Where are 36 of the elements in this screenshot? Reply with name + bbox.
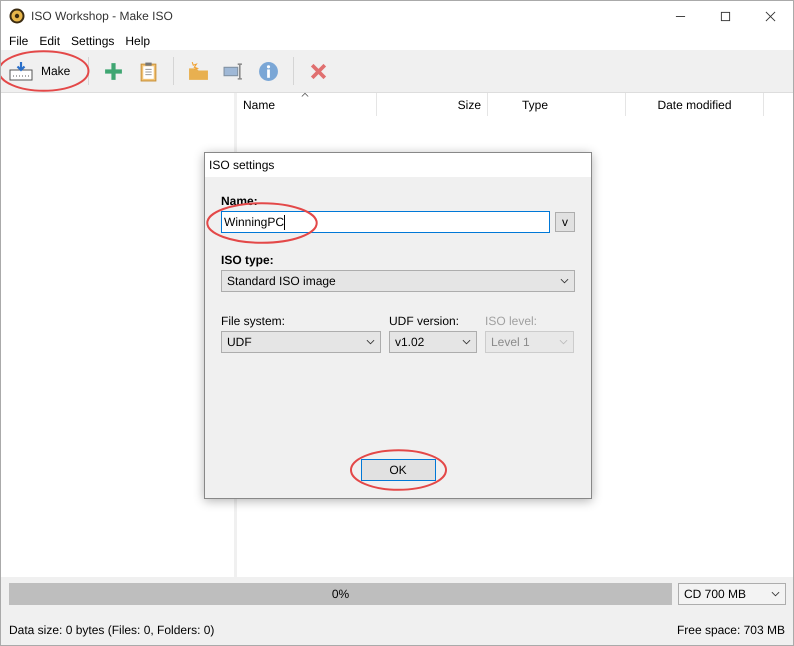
iso-type-label: ISO type: xyxy=(221,253,275,267)
clipboard-icon xyxy=(138,60,160,82)
field-label: UDF version: xyxy=(389,314,460,328)
menu-item[interactable]: Help xyxy=(120,34,156,48)
progress-label: 0% xyxy=(332,587,350,601)
info-icon xyxy=(258,60,280,82)
menu-item[interactable]: Edit xyxy=(34,34,66,48)
menu-item[interactable]: Settings xyxy=(66,34,120,48)
column-header[interactable]: Name xyxy=(237,93,377,116)
app-icon xyxy=(9,8,25,24)
field-label: ISO level: xyxy=(485,314,538,328)
column-header[interactable]: Type xyxy=(488,93,626,116)
rename-icon xyxy=(223,60,244,82)
chevron-icon xyxy=(559,339,568,345)
menu-item[interactable]: File xyxy=(4,34,34,48)
media-size-dropdown[interactable]: CD 700 MB xyxy=(678,583,786,605)
download-tray-icon xyxy=(9,61,33,81)
chevron-icon xyxy=(771,591,780,597)
iso-type-dropdown[interactable]: Standard ISO image xyxy=(221,270,575,292)
name-field[interactable]: WinningPC xyxy=(221,211,550,233)
free-space-text: Free space: 703 MB xyxy=(676,623,785,637)
dialog-title: ISO settings xyxy=(205,153,591,177)
history-button[interactable]: v xyxy=(555,212,575,232)
dropdown[interactable]: UDF xyxy=(221,331,381,353)
chevron-icon xyxy=(560,278,569,284)
chevron-icon xyxy=(462,339,471,345)
plus-icon xyxy=(103,60,124,82)
dropdown[interactable]: v1.02 xyxy=(389,331,477,353)
window-title: ISO Workshop - Make ISO xyxy=(31,9,173,23)
column-header[interactable]: Size xyxy=(377,93,488,116)
new-folder-icon xyxy=(188,60,210,82)
field-label: File system: xyxy=(221,314,286,328)
chevron-icon xyxy=(366,339,375,345)
column-header[interactable]: Date modified xyxy=(626,93,764,116)
ok-button[interactable]: OK xyxy=(360,459,436,481)
data-size-text: Data size: 0 bytes (Files: 0, Folders: 0) xyxy=(9,623,214,637)
